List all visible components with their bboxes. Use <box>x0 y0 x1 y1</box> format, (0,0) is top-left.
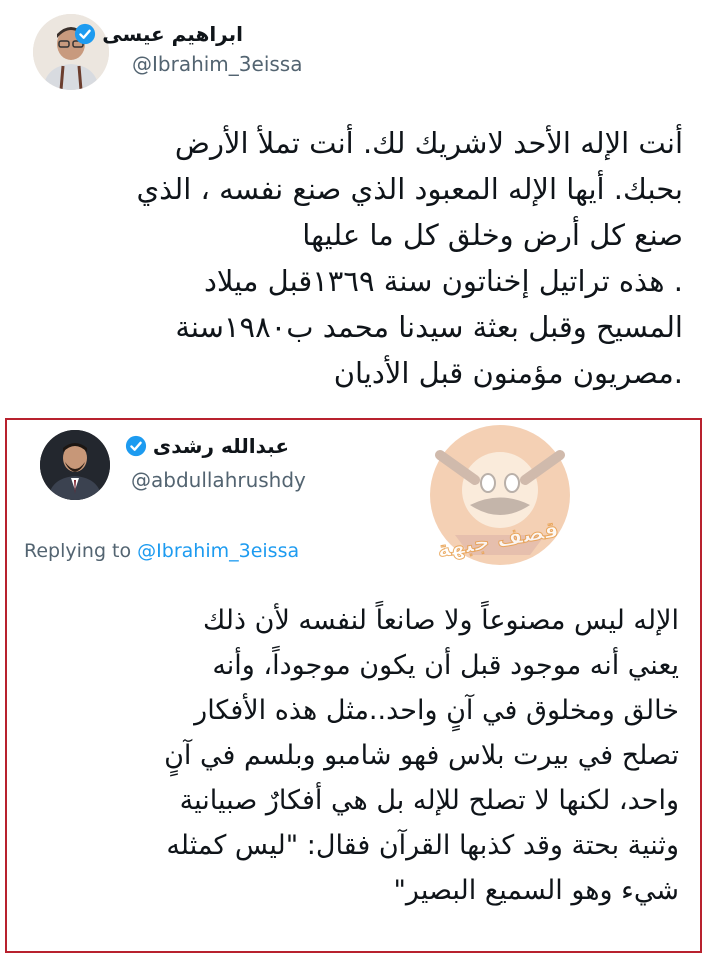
author-name[interactable]: ابراهيم عيسى <box>102 22 243 46</box>
reply-author-handle[interactable]: @abdullahrushdy <box>131 468 306 492</box>
reply-text-line: شيء وهو السميع البصير" <box>393 875 680 906</box>
reply-tweet-text: الإله ليس مصنوعاً ولا صانعاً لنفسه لأن ذ… <box>164 598 679 913</box>
tweet-text-line: . هذه تراتيل إخناتون سنة ١٣٦٩قبل ميلاد <box>203 264 683 298</box>
tweet-text: أنت الإله الأحد لاشريك لك. أنت تملأ الأر… <box>136 120 683 396</box>
reply-text-line: الإله ليس مصنوعاً ولا صانعاً لنفسه لأن ذ… <box>203 605 679 636</box>
verified-badge-icon <box>125 435 147 457</box>
replying-to-label: Replying to <box>24 540 132 562</box>
reply-text-line: خالق ومخلوق في آنٍ واحد..مثل هذه الأفكار <box>194 695 679 726</box>
original-tweet: ابراهيم عيسى @Ibrahim_3eissa أنت الإله ا… <box>0 0 711 410</box>
tweet-text-line: .مصريون مؤمنون قبل الأديان <box>333 356 683 390</box>
reply-text-line: وثنية بحتة وقد كذبها القرآن فقال: "ليس ك… <box>166 830 679 861</box>
reply-text-line: تصلح في بيرت بلاس فهو شامبو وبلسم في آنٍ <box>164 740 679 771</box>
tweet-text-line: صنع كل أرض وخلق كل ما عليها <box>302 218 683 252</box>
author-name-row: ابراهيم عيسى <box>74 22 243 46</box>
tweet-text-line: أنت الإله الأحد لاشريك لك. أنت تملأ الأر… <box>174 126 683 160</box>
replying-to-mention-link[interactable]: @Ibrahim_3eissa <box>137 540 299 562</box>
replying-to-line: Replying to @Ibrahim_3eissa <box>24 540 299 562</box>
reply-author-name-row: عبدالله رشدى <box>125 434 289 458</box>
author-handle[interactable]: @Ibrahim_3eissa <box>132 52 302 76</box>
tweet-text-line: بحبك. أيها الإله المعبود الذي صنع نفسه ،… <box>136 172 683 206</box>
reply-text-line: واحد، لكنها لا تصلح للإله بل هي أفكارٌ ص… <box>179 785 679 816</box>
reply-author-avatar[interactable] <box>40 430 110 500</box>
tweet-text-line: المسيح وقبل بعثة سيدنا محمد ب١٩٨٠سنة <box>175 310 683 344</box>
reply-author-name[interactable]: عبدالله رشدى <box>153 434 289 458</box>
verified-badge-icon <box>74 23 96 45</box>
reply-text-line: يعني أنه موجود قبل أن يكون موجوداً، وأنه <box>212 650 679 681</box>
